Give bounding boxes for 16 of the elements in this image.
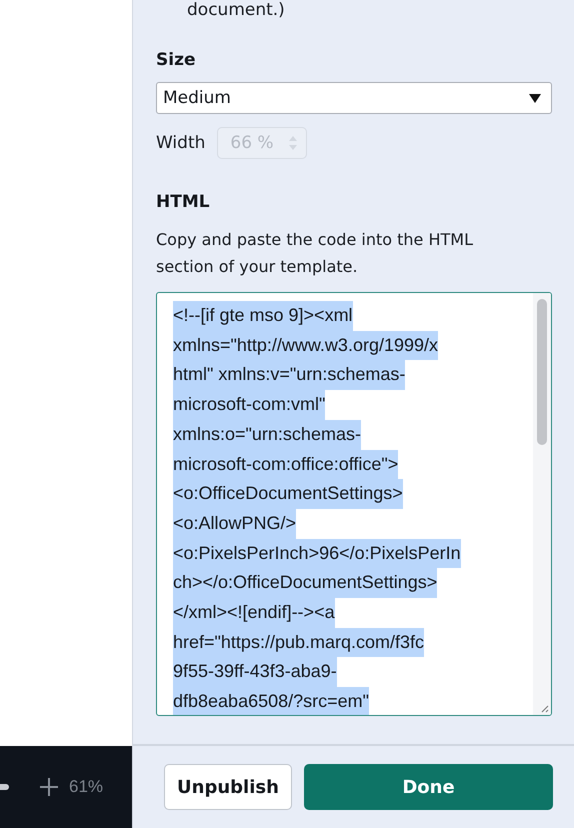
zoom-slider-thumb[interactable] bbox=[0, 784, 9, 790]
done-button[interactable]: Done bbox=[304, 764, 553, 810]
width-label: Width bbox=[156, 133, 206, 153]
zoom-in-icon[interactable] bbox=[39, 777, 59, 797]
intro-text: document.) bbox=[187, 0, 286, 20]
resize-grip-icon[interactable] bbox=[539, 703, 549, 713]
spinner-icon bbox=[288, 134, 298, 152]
caret-icon bbox=[529, 94, 541, 102]
html-code-field[interactable] bbox=[156, 292, 552, 716]
html-description: Copy and paste the code into the HTML section of your template. bbox=[156, 229, 474, 278]
size-dropdown[interactable]: Medium bbox=[156, 82, 552, 114]
unpublish-button[interactable]: Unpublish bbox=[164, 764, 292, 810]
section-heading: HTML bbox=[156, 192, 211, 212]
zoom-level: 61% bbox=[69, 777, 104, 797]
scrollbar-thumb[interactable] bbox=[537, 299, 547, 445]
section-heading: Size bbox=[156, 50, 196, 70]
